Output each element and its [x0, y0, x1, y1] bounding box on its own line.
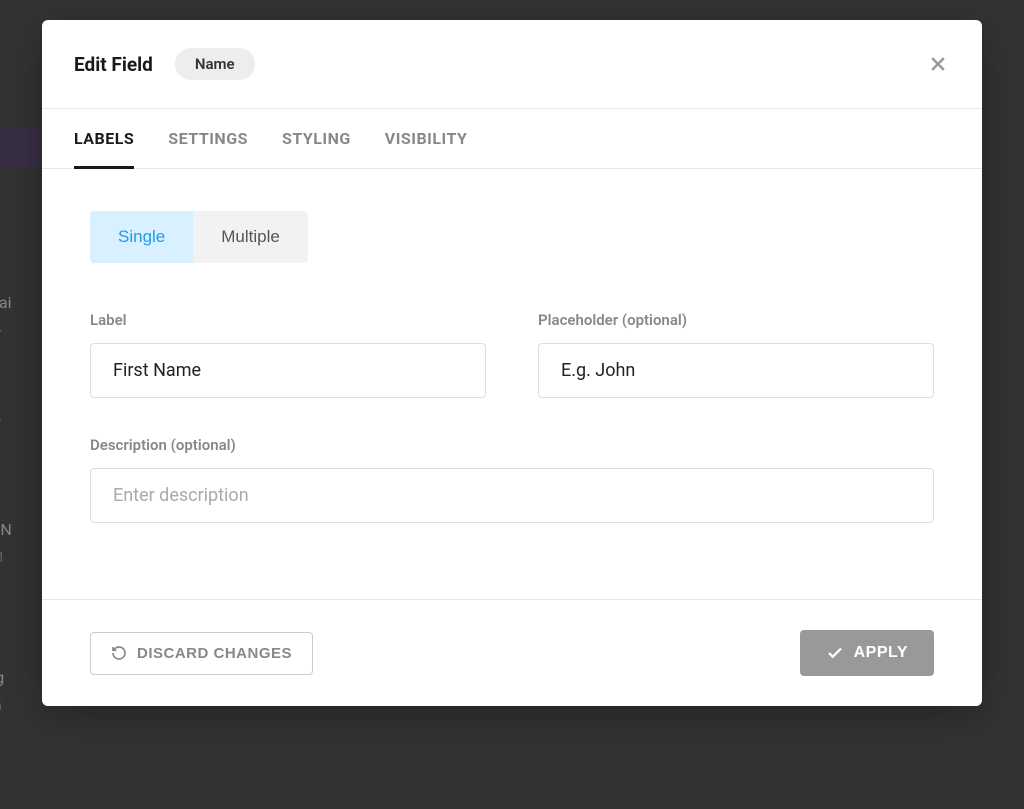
undo-icon — [111, 645, 127, 661]
apply-button[interactable]: APPLY — [800, 630, 934, 676]
tab-labels[interactable]: LABELS — [74, 109, 134, 169]
close-icon — [928, 54, 948, 74]
modal-title: Edit Field — [74, 53, 153, 76]
tab-settings[interactable]: SETTINGS — [168, 109, 248, 169]
placeholder-caption: Placeholder (optional) — [538, 311, 934, 329]
bg-field-sub: ail-1} — [0, 436, 1, 452]
field-type-chip: Name — [175, 48, 255, 80]
bg-field-sub: ne-1} — [0, 323, 2, 339]
edit-field-modal: Edit Field Name LABELS SETTINGS STYLING … — [42, 20, 982, 706]
placeholder-group: Placeholder (optional) — [538, 311, 934, 398]
bg-field-title: one N — [0, 520, 12, 539]
tab-visibility[interactable]: VISIBILITY — [385, 109, 468, 169]
check-icon — [826, 644, 844, 662]
label-caption: Label — [90, 311, 486, 329]
form-row: Description (optional) — [90, 436, 934, 523]
description-group: Description (optional) — [90, 436, 934, 523]
label-group: Label — [90, 311, 486, 398]
discard-label: DISCARD CHANGES — [137, 645, 292, 662]
modal-body: Single Multiple Label Placeholder (optio… — [42, 169, 982, 599]
tabs: LABELS SETTINGS STYLING VISIBILITY — [42, 109, 982, 169]
label-mode-toggle: Single Multiple — [90, 211, 308, 263]
description-input[interactable] — [90, 468, 934, 523]
apply-label: APPLY — [854, 644, 908, 662]
bg-field-title: ail A — [0, 406, 1, 425]
toggle-single[interactable]: Single — [90, 211, 193, 263]
description-caption: Description (optional) — [90, 436, 934, 454]
bg-field-title: st Nai — [0, 293, 11, 312]
toggle-multiple[interactable]: Multiple — [193, 211, 308, 263]
label-input[interactable] — [90, 343, 486, 398]
modal-footer: DISCARD CHANGES APPLY — [42, 599, 982, 706]
bg-field-sub: tarea — [0, 698, 2, 714]
close-button[interactable] — [926, 52, 950, 76]
bg-sidebar-active-item — [0, 128, 40, 168]
discard-button[interactable]: DISCARD CHANGES — [90, 632, 313, 675]
tab-styling[interactable]: STYLING — [282, 109, 351, 169]
bg-field-sub: one-1 — [0, 550, 5, 566]
bg-field-title: ssag — [0, 668, 4, 687]
modal-header: Edit Field Name — [42, 20, 982, 109]
placeholder-input[interactable] — [538, 343, 934, 398]
form-row: Label Placeholder (optional) — [90, 311, 934, 398]
